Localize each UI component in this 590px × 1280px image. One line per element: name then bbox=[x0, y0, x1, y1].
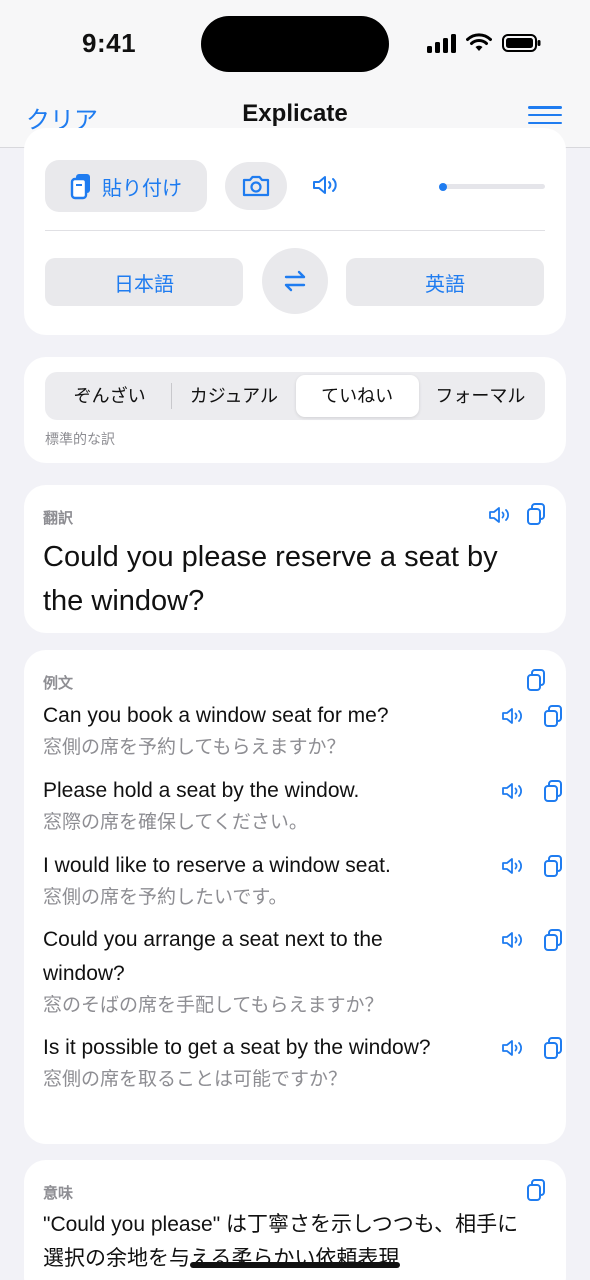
status-icons bbox=[427, 33, 542, 53]
source-language-label: 日本語 bbox=[114, 273, 174, 296]
paste-button[interactable]: 貼り付け bbox=[45, 160, 207, 212]
speaker-icon[interactable] bbox=[501, 781, 525, 801]
battery-icon bbox=[502, 34, 541, 52]
example-item: Is it possible to get a seat by the wind… bbox=[43, 1031, 563, 1095]
copy-icon[interactable] bbox=[526, 502, 546, 526]
tone-card: ぞんざい カジュアル ていねい フォーマル 標準的な訳 bbox=[24, 357, 566, 463]
dynamic-island bbox=[201, 16, 389, 72]
paste-label: 貼り付け bbox=[102, 177, 182, 200]
example-japanese: 窓際の席を確保してください。 bbox=[43, 812, 308, 833]
input-card: 貼り付け 日本語 英語 bbox=[24, 128, 566, 335]
example-item: I would like to reserve a window seat. 窓… bbox=[43, 849, 563, 913]
speaker-icon[interactable] bbox=[501, 1038, 525, 1058]
example-actions bbox=[501, 1031, 563, 1065]
camera-button[interactable] bbox=[225, 162, 287, 210]
source-language-button[interactable]: 日本語 bbox=[45, 258, 243, 306]
example-item: Please hold a seat by the window. 窓際の席を確… bbox=[43, 774, 563, 838]
example-actions bbox=[501, 699, 563, 733]
speaker-icon[interactable] bbox=[501, 706, 525, 726]
hamburger-menu-icon[interactable] bbox=[528, 106, 562, 124]
tone-option-teinei[interactable]: ていねい bbox=[295, 375, 419, 417]
example-actions bbox=[501, 923, 563, 957]
copy-icon[interactable] bbox=[543, 928, 563, 952]
speed-slider[interactable] bbox=[439, 182, 545, 191]
page-title: Explicate bbox=[242, 100, 348, 127]
example-japanese: 窓側の席を予約したいです。 bbox=[43, 887, 288, 908]
clipboard-icon bbox=[70, 174, 90, 200]
example-item: Could you arrange a seat next to the win… bbox=[43, 923, 563, 1021]
example-item: Can you book a window seat for me? 窓側の席を… bbox=[43, 699, 563, 763]
copy-icon[interactable] bbox=[543, 1036, 563, 1060]
translation-label: 翻訳 bbox=[43, 510, 74, 527]
target-language-button[interactable]: 英語 bbox=[346, 258, 544, 306]
home-indicator[interactable] bbox=[190, 1262, 400, 1268]
status-bar: 9:41 bbox=[0, 0, 590, 92]
tone-hint: 標準的な訳 bbox=[45, 431, 115, 447]
tone-option-zonzai[interactable]: ぞんざい bbox=[48, 375, 171, 417]
example-english: Can you book a window seat for me? bbox=[43, 704, 389, 727]
speaker-icon[interactable] bbox=[312, 174, 340, 196]
examples-label: 例文 bbox=[43, 675, 74, 692]
translation-text: Could you please reserve a seat by the w… bbox=[43, 541, 498, 617]
example-japanese: 窓のそばの席を手配してもらえますか？ bbox=[43, 995, 384, 1016]
example-actions bbox=[501, 774, 563, 808]
status-time: 9:41 bbox=[82, 28, 137, 58]
meaning-label: 意味 bbox=[43, 1185, 74, 1202]
slider-thumb[interactable] bbox=[439, 182, 447, 191]
example-english: I would like to reserve a window seat. bbox=[43, 854, 391, 877]
example-japanese: 窓側の席を取ることは可能ですか？ bbox=[43, 1069, 348, 1090]
cellular-signal-icon bbox=[427, 33, 456, 53]
tone-option-casual[interactable]: カジュアル bbox=[172, 375, 295, 417]
copy-icon[interactable] bbox=[526, 1178, 546, 1202]
swap-arrows-icon bbox=[284, 270, 306, 292]
camera-icon bbox=[242, 175, 270, 197]
copy-all-icon[interactable] bbox=[526, 668, 546, 692]
example-english: Please hold a seat by the window. bbox=[43, 779, 360, 802]
speaker-icon[interactable] bbox=[501, 930, 525, 950]
speaker-icon[interactable] bbox=[488, 505, 512, 525]
wifi-icon bbox=[466, 33, 492, 51]
translation-card: 翻訳 Could you please reserve a seat by th… bbox=[24, 485, 566, 633]
swap-languages-button[interactable] bbox=[262, 248, 328, 314]
example-actions bbox=[501, 849, 563, 883]
copy-icon[interactable] bbox=[543, 704, 563, 728]
examples-card: 例文 Can you book a window seat for me? 窓側… bbox=[24, 650, 566, 1144]
example-english: Is it possible to get a seat by the wind… bbox=[43, 1036, 431, 1059]
speaker-icon[interactable] bbox=[501, 856, 525, 876]
tone-option-formal[interactable]: フォーマル bbox=[419, 375, 542, 417]
copy-icon[interactable] bbox=[543, 779, 563, 803]
copy-icon[interactable] bbox=[543, 854, 563, 878]
target-language-label: 英語 bbox=[425, 273, 465, 296]
example-japanese: 窓側の席を予約してもらえますか？ bbox=[43, 737, 346, 758]
example-english: Could you arrange a seat next to the win… bbox=[43, 928, 383, 985]
tone-segmented-control: ぞんざい カジュアル ていねい フォーマル bbox=[45, 372, 545, 420]
divider bbox=[45, 230, 545, 231]
